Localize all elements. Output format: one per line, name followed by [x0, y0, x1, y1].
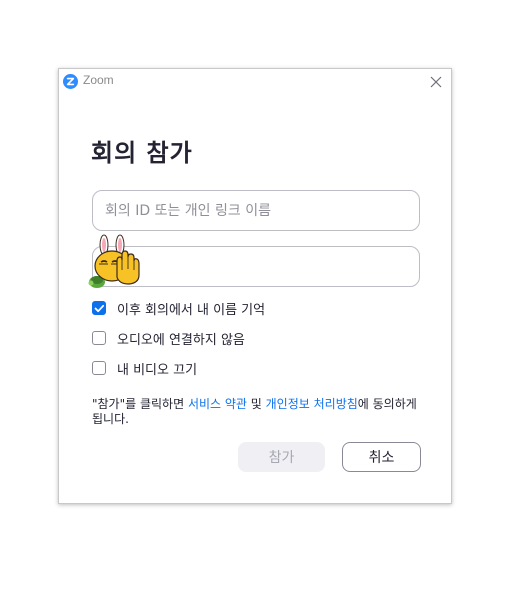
title-bar: Zoom [59, 69, 451, 93]
close-icon [430, 76, 442, 88]
join-button[interactable]: 참가 [238, 442, 325, 472]
no-audio-option[interactable]: 오디오에 연결하지 않음 [92, 329, 245, 348]
app-title: Zoom [83, 73, 114, 87]
rabbit-sticker-icon [88, 234, 140, 288]
terms-notice: "참가"를 클릭하면 서비스 약관 및 개인정보 처리방침에 동의하게 됩니다. [92, 397, 422, 427]
zoom-logo-icon [63, 74, 78, 89]
service-terms-link[interactable]: 서비스 약관 [188, 397, 247, 411]
terms-and: 및 [246, 397, 266, 411]
no-audio-checkbox[interactable] [92, 331, 106, 345]
cancel-button[interactable]: 취소 [342, 442, 421, 472]
page-title: 회의 참가 [91, 139, 193, 167]
video-off-checkbox[interactable] [92, 361, 106, 375]
no-audio-label: 오디오에 연결하지 않음 [117, 332, 245, 348]
remember-name-label: 이후 회의에서 내 이름 기억 [117, 302, 266, 318]
privacy-policy-link[interactable]: 개인정보 처리방침 [266, 397, 358, 411]
meeting-id-field[interactable] [92, 190, 420, 231]
join-meeting-window: Zoom 회의 참가 회의 ID 또는 개인 링크 이름 이후 회의에서 내 이… [58, 68, 452, 504]
checkmark-icon [94, 304, 105, 313]
video-off-label: 내 비디오 끄기 [117, 362, 198, 378]
remember-name-option[interactable]: 이후 회의에서 내 이름 기억 [92, 299, 266, 318]
meeting-id-input[interactable] [93, 191, 419, 230]
video-off-option[interactable]: 내 비디오 끄기 [92, 359, 198, 378]
terms-prefix: "참가"를 클릭하면 [92, 397, 188, 411]
close-button[interactable] [429, 74, 443, 88]
remember-name-checkbox[interactable] [92, 301, 106, 315]
